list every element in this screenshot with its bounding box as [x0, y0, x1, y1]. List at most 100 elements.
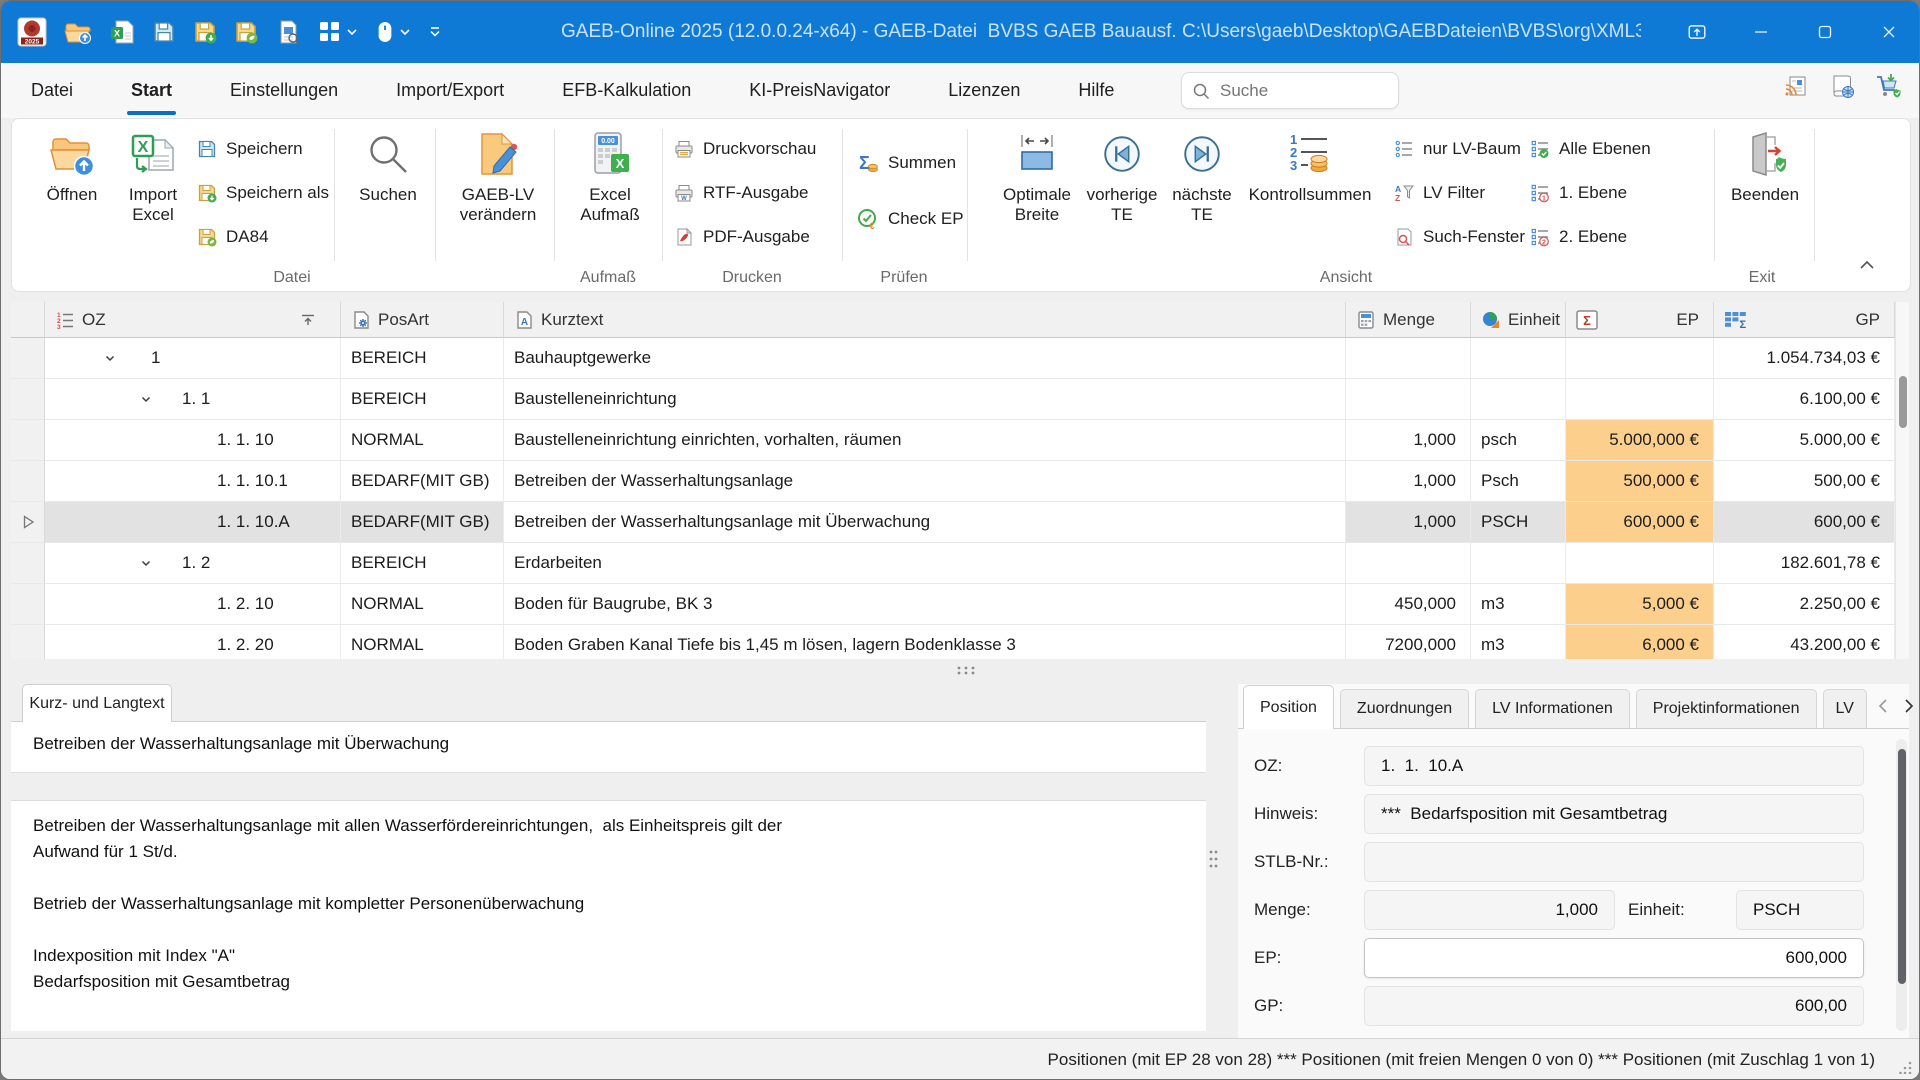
gp-cell[interactable]: 43.200,00 €	[1714, 625, 1895, 659]
posart-cell[interactable]: BEREICH	[341, 543, 504, 584]
tab-position[interactable]: Position	[1243, 685, 1334, 729]
druckvorschau-button[interactable]: Druckvorschau	[674, 135, 816, 163]
da84-button[interactable]: DA84	[197, 223, 329, 251]
gaeb-lv-veraendern-button[interactable]: GAEB-LV verändern	[442, 129, 554, 225]
posart-cell[interactable]: BEDARF(MIT GB)	[341, 502, 504, 543]
handbook-button[interactable]	[1829, 73, 1855, 99]
tab-lv[interactable]: LV	[1823, 689, 1867, 728]
tab-start[interactable]: Start	[117, 63, 186, 118]
gp-cell[interactable]: 600,00 €	[1714, 502, 1895, 543]
chevron-down-icon[interactable]	[139, 556, 155, 570]
posart-cell[interactable]: BEREICH	[341, 379, 504, 420]
column-header-menge[interactable]: Menge	[1346, 302, 1471, 338]
einheit-cell[interactable]: psch	[1471, 420, 1566, 461]
menge-cell[interactable]: 1,000	[1346, 420, 1471, 461]
oz-cell[interactable]: 1. 1	[45, 379, 341, 420]
oz-field[interactable]: 1. 1. 10.A	[1364, 746, 1864, 786]
save-as-button-qat[interactable]	[193, 20, 217, 44]
such-fenster-button[interactable]: Such-Fenster	[1394, 223, 1525, 251]
ep-cell[interactable]: 6,000 €	[1566, 625, 1714, 659]
ep-cell[interactable]	[1566, 379, 1714, 420]
naechste-te-button[interactable]: nächste TE	[1162, 129, 1242, 225]
pdf-ausgabe-button[interactable]: PDF-Ausgabe	[674, 223, 816, 251]
column-header-posart[interactable]: PosArt	[341, 302, 504, 338]
summen-button[interactable]: Σ Summen	[857, 149, 964, 177]
oz-cell[interactable]: 1. 1. 10.A	[45, 502, 341, 543]
save-da84-button-qat[interactable]	[234, 20, 258, 44]
posart-cell[interactable]: NORMAL	[341, 420, 504, 461]
rtf-ausgabe-button[interactable]: W RTF-Ausgabe	[674, 179, 816, 207]
ep-cell[interactable]	[1566, 338, 1714, 379]
gp-cell[interactable]: 2.250,00 €	[1714, 584, 1895, 625]
menge-cell[interactable]: 1,000	[1346, 502, 1471, 543]
menge-cell[interactable]: 1,000	[1346, 461, 1471, 502]
tab-scroll-left-button[interactable]	[1877, 698, 1889, 714]
column-header-gp[interactable]: Σ GP	[1714, 302, 1895, 338]
minimize-button[interactable]	[1729, 1, 1793, 63]
app-logo[interactable]: 2025	[17, 17, 47, 47]
table-row-selected[interactable]: 1. 1. 10.A BEDARF(MIT GB) Betreiben der …	[11, 502, 1909, 543]
alle-ebenen-button[interactable]: Alle Ebenen	[1530, 135, 1651, 163]
ep-cell[interactable]: 5.000,000 €	[1566, 420, 1714, 461]
oz-cell[interactable]: 1. 1. 10.1	[45, 461, 341, 502]
posart-cell[interactable]: NORMAL	[341, 625, 504, 659]
kurztext-cell[interactable]: Boden für Baugrube, BK 3	[504, 584, 1346, 625]
table-row[interactable]: 1. 1 BEREICH Baustelleneinrichtung 6.100…	[11, 379, 1909, 420]
table-row[interactable]: 1. 2. 20 NORMAL Boden Graben Kanal Tiefe…	[11, 625, 1909, 659]
einheit-cell[interactable]: PSCH	[1471, 502, 1566, 543]
kurztext-cell[interactable]: Betreiben der Wasserhaltungsanlage	[504, 461, 1346, 502]
tab-zuordnungen[interactable]: Zuordnungen	[1340, 689, 1469, 728]
speichern-als-button[interactable]: Speichern als	[197, 179, 329, 207]
news-button[interactable]	[1783, 73, 1809, 99]
table-row[interactable]: 1. 2. 10 NORMAL Boden für Baugrube, BK 3…	[11, 584, 1909, 625]
tab-lizenzen[interactable]: Lizenzen	[934, 63, 1034, 118]
nur-lv-baum-button[interactable]: nur LV-Baum	[1394, 135, 1525, 163]
chevron-down-icon[interactable]	[139, 392, 155, 406]
oz-cell[interactable]: 1. 2. 10	[45, 584, 341, 625]
oz-cell[interactable]: 1	[45, 338, 341, 379]
oeffnen-button[interactable]: Öffnen	[30, 129, 114, 205]
gp-field[interactable]: 600,00	[1364, 986, 1864, 1026]
tab-einstellungen[interactable]: Einstellungen	[216, 63, 352, 118]
column-header-ep[interactable]: Σ EP	[1566, 302, 1714, 338]
ep-cell[interactable]	[1566, 543, 1714, 584]
menge-cell[interactable]	[1346, 543, 1471, 584]
grid-scrollbar-thumb[interactable]	[1899, 376, 1907, 428]
mouse-options-button[interactable]	[375, 19, 411, 45]
menge-cell[interactable]	[1346, 379, 1471, 420]
ebene-1-button[interactable]: 1 1. Ebene	[1530, 179, 1651, 207]
tab-efb-kalkulation[interactable]: EFB-Kalkulation	[548, 63, 705, 118]
column-header-oz[interactable]: 123 OZ	[45, 302, 341, 338]
posart-cell[interactable]: BEDARF(MIT GB)	[341, 461, 504, 502]
excel-aufmass-button[interactable]: 0.00X Excel Aufmaß	[558, 129, 662, 225]
search-box[interactable]	[1181, 72, 1399, 109]
einheit-field[interactable]: PSCH	[1736, 890, 1864, 930]
gp-cell[interactable]: 6.100,00 €	[1714, 379, 1895, 420]
kontrollsummen-button[interactable]: 123 Kontrollsummen	[1244, 129, 1376, 205]
tab-scroll-right-button[interactable]	[1903, 698, 1915, 714]
tab-ki-preisnavigator[interactable]: KI-PreisNavigator	[735, 63, 904, 118]
table-row[interactable]: 1. 1. 10 NORMAL Baustelleneinrichtung ei…	[11, 420, 1909, 461]
ep-cell[interactable]: 5,000 €	[1566, 584, 1714, 625]
oz-cell[interactable]: 1. 1. 10	[45, 420, 341, 461]
tab-projektinformationen[interactable]: Projektinformationen	[1636, 689, 1817, 728]
ep-cell[interactable]: 500,000 €	[1566, 461, 1714, 502]
table-row[interactable]: 1. 2 BEREICH Erdarbeiten 182.601,78 €	[11, 543, 1909, 584]
resize-grip[interactable]	[1899, 1060, 1913, 1074]
gp-cell[interactable]: 500,00 €	[1714, 461, 1895, 502]
tab-datei[interactable]: Datei	[17, 63, 87, 118]
menge-field[interactable]: 1,000	[1364, 890, 1615, 930]
kurztext-cell[interactable]: Betreiben der Wasserhaltungsanlage mit Ü…	[504, 502, 1346, 543]
kurztext-area[interactable]: Betreiben der Wasserhaltungsanlage mit Ü…	[11, 722, 1206, 773]
vorherige-te-button[interactable]: vorherige TE	[1080, 129, 1164, 225]
column-header-kurztext[interactable]: A Kurztext	[504, 302, 1346, 338]
gp-cell[interactable]: 182.601,78 €	[1714, 543, 1895, 584]
speichern-button[interactable]: Speichern	[197, 135, 329, 163]
import-excel-button[interactable]: X Import Excel	[110, 129, 196, 225]
check-ep-button[interactable]: € Check EP	[857, 205, 964, 233]
table-row[interactable]: 1. 1. 10.1 BEDARF(MIT GB) Betreiben der …	[11, 461, 1909, 502]
save-button-qat[interactable]	[152, 20, 176, 44]
tab-kurz-und-langtext[interactable]: Kurz- und Langtext	[22, 684, 172, 722]
kurztext-cell[interactable]: Baustelleneinrichtung einrichten, vorhal…	[504, 420, 1346, 461]
tab-hilfe[interactable]: Hilfe	[1064, 63, 1128, 118]
